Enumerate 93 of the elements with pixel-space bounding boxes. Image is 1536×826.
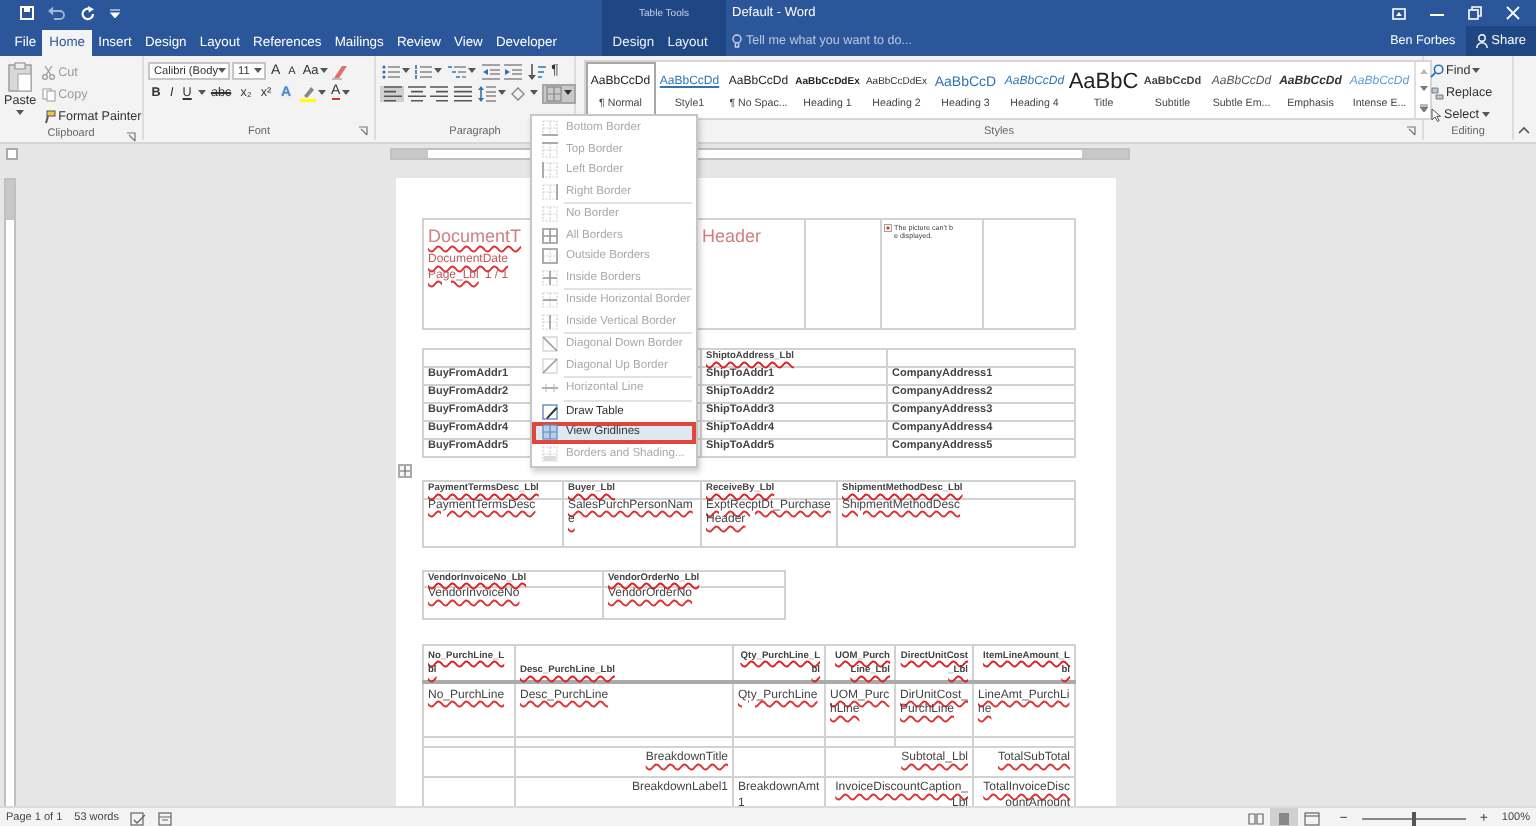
caret-icon [218, 68, 227, 75]
scissors-icon [42, 66, 57, 81]
highlight-button[interactable] [297, 85, 327, 102]
increase-indent-icon [504, 63, 523, 80]
align-right-button[interactable] [429, 85, 451, 102]
caret-icon [497, 90, 506, 97]
bullet-list-button[interactable] [380, 63, 412, 80]
line-spacing-button[interactable] [475, 85, 507, 102]
align-center-icon [407, 85, 426, 102]
macro-icon[interactable] [158, 811, 173, 825]
move-icon [400, 466, 410, 476]
border-icon [542, 313, 558, 330]
caret-icon [254, 68, 262, 75]
caret-icon [197, 90, 206, 97]
line-spacing-icon [477, 85, 496, 102]
lightbulb-icon [732, 34, 742, 48]
table-move-handle[interactable] [398, 464, 412, 478]
more-styles-icon[interactable] [1419, 104, 1427, 112]
caret-icon [563, 90, 572, 97]
paintbrush-icon [42, 110, 57, 125]
multilevel-list-icon [447, 63, 466, 80]
print-layout-icon [1275, 811, 1292, 825]
shading-button[interactable] [508, 85, 540, 102]
proofing-icon[interactable] [130, 811, 147, 825]
caret-icon [1481, 112, 1490, 119]
align-left-button[interactable] [380, 85, 404, 102]
search-icon [1430, 64, 1444, 79]
horizontal-line-icon [542, 380, 558, 397]
increase-indent-button[interactable] [502, 63, 524, 80]
border-icon [542, 248, 558, 265]
clear-formatting-icon[interactable] [332, 63, 349, 80]
highlighter-icon [299, 85, 315, 102]
border-icon [542, 292, 558, 309]
title-field: DocumentT [428, 226, 522, 246]
justify-button[interactable] [452, 85, 474, 102]
redo-icon[interactable] [80, 5, 96, 21]
restore-icon[interactable] [1468, 6, 1482, 20]
ribbon-display-icon[interactable] [1392, 7, 1406, 19]
border-icon [542, 269, 558, 286]
copy-icon [42, 88, 57, 103]
sort-button[interactable] [525, 63, 548, 80]
zoom-slider-thumb[interactable] [1411, 811, 1416, 825]
border-icon [542, 183, 558, 200]
shading-icon [510, 85, 529, 102]
caret-icon [467, 68, 476, 75]
web-layout-icon [1303, 811, 1320, 825]
broken-image-icon [884, 224, 892, 232]
title-field: Header [702, 224, 762, 250]
caret-icon [530, 90, 539, 97]
diagonal-border-icon [542, 357, 558, 374]
dialog-launcher-icon[interactable] [126, 131, 136, 141]
align-left-icon [383, 85, 401, 102]
border-icon [542, 141, 558, 158]
clipboard-icon [8, 62, 33, 92]
multilevel-list-button[interactable] [446, 63, 478, 80]
numbered-list-icon [414, 63, 433, 80]
align-right-icon [430, 85, 449, 102]
decrease-indent-button[interactable] [479, 63, 501, 80]
scroll-down-icon[interactable] [1419, 86, 1427, 92]
align-center-button[interactable] [406, 85, 428, 102]
bullet-list-icon [381, 63, 400, 80]
pencil-icon [542, 403, 558, 420]
border-icon [542, 227, 558, 244]
border-icon [542, 162, 558, 179]
border-icon [542, 120, 558, 137]
collapse-ribbon-icon[interactable] [1518, 126, 1530, 134]
caret-icon [16, 110, 25, 116]
caret-icon [317, 90, 325, 97]
decrease-indent-icon [481, 63, 500, 80]
person-icon [1475, 34, 1488, 48]
dialog-launcher-icon[interactable] [1406, 126, 1416, 136]
caret-icon [434, 68, 443, 75]
border-icon [542, 445, 558, 462]
caret-icon [320, 68, 329, 75]
borders-icon [545, 85, 562, 102]
border-icon [542, 206, 558, 223]
numbered-list-button[interactable] [413, 63, 445, 80]
caret-icon [1472, 68, 1481, 75]
borders-button[interactable] [541, 83, 576, 104]
read-mode-icon [1247, 811, 1264, 825]
caret-icon [401, 68, 410, 75]
close-icon[interactable] [1506, 6, 1520, 20]
undo-icon[interactable] [48, 6, 66, 20]
dialog-launcher-icon[interactable] [358, 126, 368, 136]
save-icon[interactable] [20, 6, 34, 20]
gridlines-icon [542, 424, 558, 441]
replace-icon [1430, 86, 1444, 101]
caret-icon [342, 90, 351, 97]
customize-icon[interactable] [110, 8, 120, 18]
justify-icon [453, 85, 472, 102]
diagonal-border-icon [542, 336, 558, 353]
sort-icon [527, 63, 546, 80]
view-button[interactable] [1269, 808, 1298, 826]
